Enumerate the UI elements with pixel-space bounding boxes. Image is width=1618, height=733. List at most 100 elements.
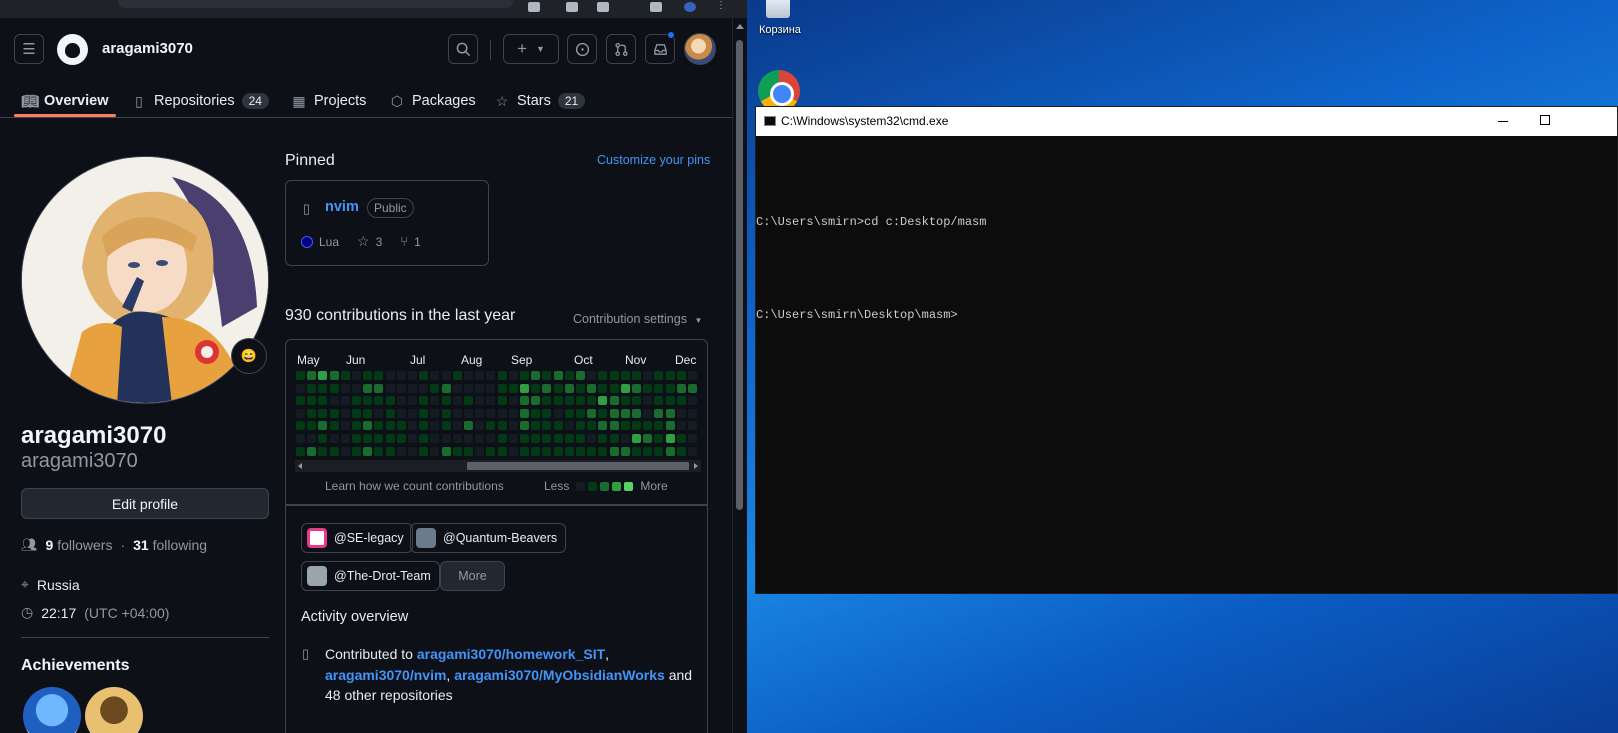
search-button[interactable] (448, 34, 478, 64)
contribution-day-cell[interactable] (352, 383, 361, 393)
contribution-day-cell[interactable] (307, 371, 317, 380)
contribution-day-cell[interactable] (408, 408, 417, 418)
contribution-day-cell[interactable] (441, 421, 451, 431)
contribution-day-cell[interactable] (340, 408, 350, 418)
following-link[interactable]: 31 following (133, 537, 207, 553)
fork-icon[interactable]: ⑂ (400, 234, 408, 249)
hamburger-menu-button[interactable]: ☰ (14, 34, 44, 64)
contribution-day-cell[interactable] (497, 421, 507, 431)
contribution-day-cell[interactable] (452, 421, 462, 431)
cmd-window[interactable]: C:\Windows\system32\cmd.exe C:\Users\smi… (755, 106, 1618, 594)
contribution-day-cell[interactable] (587, 408, 597, 418)
contribution-day-cell[interactable] (508, 446, 518, 456)
contribution-day-cell[interactable] (475, 371, 485, 380)
contribution-day-cell[interactable] (609, 383, 619, 393)
contribution-day-cell[interactable] (464, 371, 473, 380)
contribution-day-cell[interactable] (340, 383, 350, 393)
contribution-day-cell[interactable] (419, 421, 429, 431)
profile-avatar[interactable] (21, 156, 269, 404)
contribution-day-cell[interactable] (676, 371, 686, 380)
scroll-right-icon[interactable] (694, 463, 698, 469)
contribution-day-cell[interactable] (542, 421, 552, 431)
contribution-day-cell[interactable] (688, 383, 697, 393)
contribution-day-cell[interactable] (542, 371, 552, 380)
cmd-titlebar[interactable]: C:\Windows\system32\cmd.exe (756, 107, 1617, 136)
contribution-day-cell[interactable] (531, 396, 541, 406)
contribution-day-cell[interactable] (587, 434, 597, 443)
contribution-day-cell[interactable] (665, 446, 675, 456)
contribution-day-cell[interactable] (676, 383, 686, 393)
contribution-day-cell[interactable] (363, 383, 373, 393)
user-avatar-menu[interactable] (684, 33, 716, 65)
contribution-day-cell[interactable] (609, 421, 619, 431)
contribution-day-cell[interactable] (609, 434, 619, 443)
contribution-day-cell[interactable] (564, 383, 574, 393)
contribution-day-cell[interactable] (441, 396, 451, 406)
contribution-day-cell[interactable] (688, 371, 697, 380)
contribution-day-cell[interactable] (520, 446, 529, 456)
customize-pins-link[interactable]: Customize your pins (597, 153, 710, 167)
contribution-day-cell[interactable] (531, 371, 541, 380)
contribution-day-cell[interactable] (374, 383, 384, 393)
contribution-day-cell[interactable] (688, 446, 697, 456)
contribution-day-cell[interactable] (531, 421, 541, 431)
contribution-day-cell[interactable] (419, 408, 429, 418)
followers-link[interactable]: 9 followers (46, 537, 113, 553)
contribution-day-cell[interactable] (296, 371, 305, 380)
contribution-day-cell[interactable] (408, 434, 417, 443)
contribution-day-cell[interactable] (430, 408, 440, 418)
github-logo-icon[interactable] (57, 34, 88, 65)
contribution-day-cell[interactable] (374, 434, 384, 443)
contribution-day-cell[interactable] (643, 408, 653, 418)
contribution-day-cell[interactable] (396, 383, 406, 393)
contribution-day-cell[interactable] (620, 396, 630, 406)
contribution-day-cell[interactable] (676, 396, 686, 406)
extension-icon[interactable] (597, 2, 609, 12)
contribution-day-cell[interactable] (609, 408, 619, 418)
contribution-day-cell[interactable] (363, 434, 373, 443)
extension-icon[interactable] (566, 2, 578, 12)
contribution-day-cell[interactable] (497, 371, 507, 380)
contribution-day-cell[interactable] (329, 434, 339, 443)
contribution-day-cell[interactable] (598, 408, 608, 418)
contribution-day-cell[interactable] (576, 371, 585, 380)
contribution-day-cell[interactable] (520, 421, 529, 431)
repo-link[interactable]: aragami3070/MyObsidianWorks (454, 667, 665, 683)
contribution-day-cell[interactable] (665, 434, 675, 443)
contribution-day-cell[interactable] (340, 396, 350, 406)
achievement-badge[interactable] (23, 687, 81, 733)
contribution-day-cell[interactable] (385, 446, 395, 456)
contribution-day-cell[interactable] (520, 408, 529, 418)
contribution-day-cell[interactable] (531, 383, 541, 393)
tab-overview[interactable]: 📖︎ Overview (21, 86, 109, 116)
contribution-day-cell[interactable] (430, 396, 440, 406)
contribution-day-cell[interactable] (430, 446, 440, 456)
contribution-day-cell[interactable] (385, 371, 395, 380)
tab-repositories[interactable]: ▯ Repositories 24 (131, 86, 269, 116)
edit-profile-button[interactable]: Edit profile (21, 488, 269, 519)
contribution-day-cell[interactable] (430, 383, 440, 393)
contribution-day-cell[interactable] (587, 421, 597, 431)
contribution-day-cell[interactable] (564, 408, 574, 418)
contribution-day-cell[interactable] (508, 434, 518, 443)
contribution-day-cell[interactable] (654, 434, 664, 443)
contribution-day-cell[interactable] (441, 446, 451, 456)
repo-link[interactable]: aragami3070/homework_SIT (417, 646, 605, 662)
contribution-day-cell[interactable] (643, 434, 653, 443)
contribution-day-cell[interactable] (307, 408, 317, 418)
contribution-day-cell[interactable] (475, 383, 485, 393)
contribution-day-cell[interactable] (385, 434, 395, 443)
contribution-day-cell[interactable] (419, 371, 429, 380)
contribution-day-cell[interactable] (329, 446, 339, 456)
contribution-day-cell[interactable] (676, 434, 686, 443)
contribution-day-cell[interactable] (576, 421, 585, 431)
contribution-day-cell[interactable] (564, 434, 574, 443)
contribution-day-cell[interactable] (654, 446, 664, 456)
learn-contributions-link[interactable]: Learn how we count contributions (325, 479, 504, 493)
contribution-day-cell[interactable] (329, 408, 339, 418)
contribution-day-cell[interactable] (307, 421, 317, 431)
contribution-day-cell[interactable] (486, 383, 496, 393)
contribution-day-cell[interactable] (688, 396, 697, 406)
contribution-day-cell[interactable] (564, 446, 574, 456)
contribution-day-cell[interactable] (654, 371, 664, 380)
